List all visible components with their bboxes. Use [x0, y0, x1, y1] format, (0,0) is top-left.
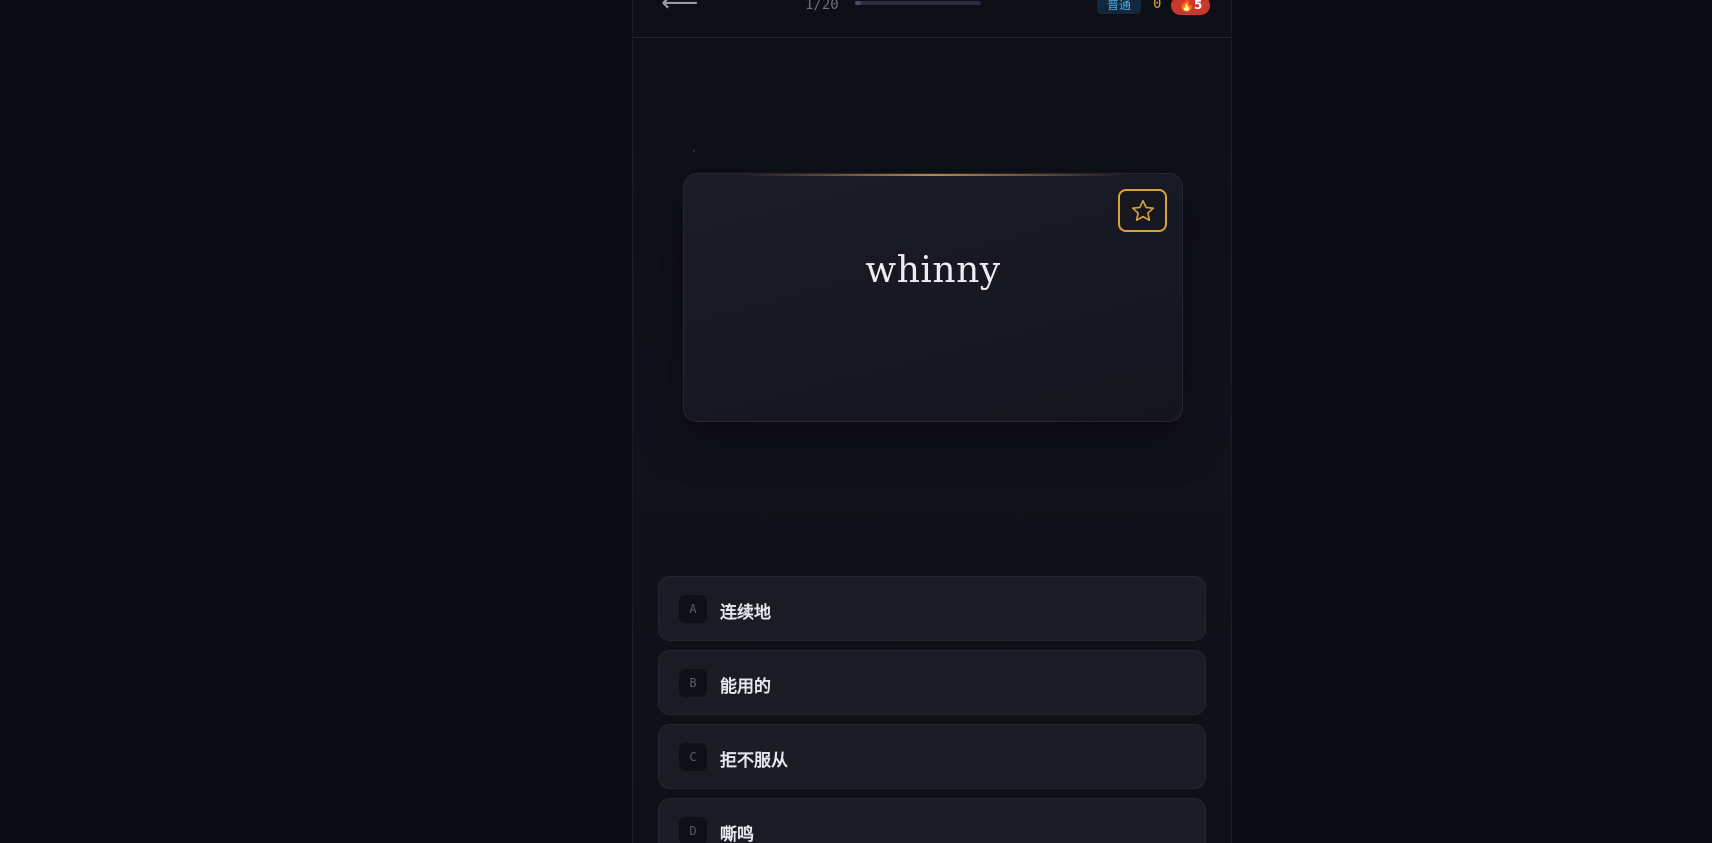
difficulty-badge[interactable]: 普通 — [1097, 0, 1142, 14]
quiz-app: ⟵ 1/20 普通 0 🔥5 whinny A 连续地 B 能用的 C 拒不服从 D 嘶鸣 — [632, 0, 1232, 843]
decorative-dot — [693, 150, 695, 152]
option-key-label: B — [679, 669, 707, 697]
answer-option-c[interactable]: C 拒不服从 — [658, 724, 1206, 789]
score-value: 0 — [1153, 0, 1162, 12]
option-text: 拒不服从 — [720, 751, 788, 771]
top-bar: ⟵ 1/20 普通 0 🔥5 — [633, 0, 1231, 38]
answer-option-b[interactable]: B 能用的 — [658, 650, 1206, 715]
option-text: 连续地 — [720, 603, 771, 623]
progress-bar-fill — [855, 1, 862, 5]
answer-option-a[interactable]: A 连续地 — [658, 576, 1206, 641]
progress-bar — [855, 1, 981, 5]
option-key-label: C — [679, 743, 707, 771]
back-button[interactable]: ⟵ — [661, 0, 698, 16]
option-text: 能用的 — [720, 677, 771, 697]
vocabulary-word: whinny — [865, 250, 1001, 291]
word-card: whinny — [683, 173, 1183, 422]
option-text: 嘶鸣 — [720, 825, 754, 843]
streak-badge: 🔥5 — [1171, 0, 1211, 15]
card-accent-line — [744, 174, 1124, 176]
arrow-left-icon: ⟵ — [661, 0, 699, 18]
option-key-label: D — [679, 817, 707, 843]
progress-counter: 1/20 — [805, 0, 839, 13]
answer-option-d[interactable]: D 嘶鸣 — [658, 798, 1206, 843]
answer-options: A 连续地 B 能用的 C 拒不服从 D 嘶鸣 — [658, 576, 1206, 843]
favorite-button[interactable] — [1118, 189, 1167, 232]
star-icon — [1131, 199, 1154, 221]
option-key-label: A — [679, 595, 707, 623]
